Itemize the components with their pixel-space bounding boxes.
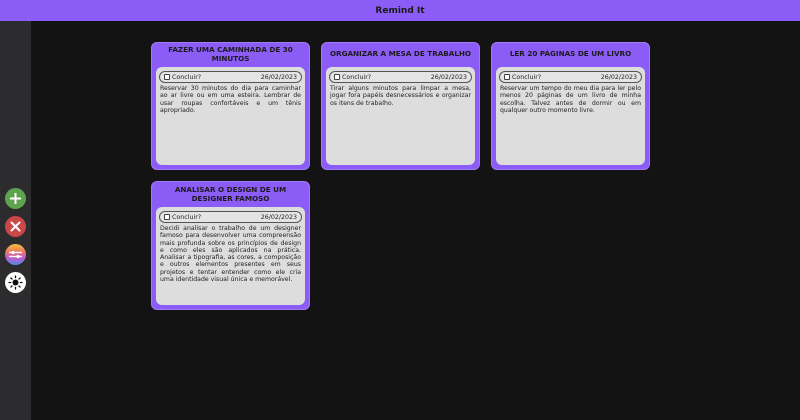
plus-icon bbox=[10, 193, 21, 204]
complete-label: Concluir? bbox=[512, 73, 542, 81]
sidebar bbox=[0, 21, 31, 420]
complete-checkbox[interactable] bbox=[164, 74, 170, 80]
app-header: Remind It bbox=[0, 0, 800, 21]
card-status-bar: Concluir? 26/02/2023 bbox=[499, 71, 642, 83]
complete-checkbox[interactable] bbox=[164, 214, 170, 220]
card-description: Tirar alguns minutos para limpar a mesa,… bbox=[330, 85, 471, 107]
close-icon bbox=[10, 221, 21, 232]
card-description: Reservar 30 minutos do dia para caminhar… bbox=[160, 85, 301, 114]
card-title: ANALISAR O DESIGN DE UM DESIGNER FAMOSO bbox=[174, 184, 287, 203]
card-body: Concluir? 26/02/2023 Reservar um tempo d… bbox=[496, 67, 645, 165]
complete-toggle[interactable]: Concluir? bbox=[164, 214, 201, 221]
complete-toggle[interactable]: Concluir? bbox=[164, 74, 201, 81]
card-body: Concluir? 26/02/2023 Tirar alguns minuto… bbox=[326, 67, 475, 165]
card-title: ORGANIZAR A MESA DE TRABALHO bbox=[329, 49, 472, 58]
complete-label: Concluir? bbox=[172, 73, 202, 81]
add-reminder-button[interactable] bbox=[5, 188, 26, 209]
card-date: 26/02/2023 bbox=[260, 73, 297, 81]
card-status-bar: Concluir? 26/02/2023 bbox=[329, 71, 472, 83]
complete-toggle[interactable]: Concluir? bbox=[334, 74, 371, 81]
complete-checkbox[interactable] bbox=[504, 74, 510, 80]
card-body: Concluir? 26/02/2023 Reservar 30 minutos… bbox=[156, 67, 305, 165]
reminder-card[interactable]: LER 20 PÁGINAS DE UM LIVRO Concluir? 26/… bbox=[491, 42, 650, 170]
card-date: 26/02/2023 bbox=[430, 73, 467, 81]
card-date: 26/02/2023 bbox=[260, 213, 297, 221]
theme-toggle-button[interactable] bbox=[5, 272, 26, 293]
card-status-bar: Concluir? 26/02/2023 bbox=[159, 211, 302, 223]
card-description: Reservar um tempo do meu dia para ler pe… bbox=[500, 85, 641, 114]
card-title: FAZER UMA CAMINHADA DE 30 MINUTOS bbox=[168, 44, 293, 63]
reminder-card[interactable]: ANALISAR O DESIGN DE UM DESIGNER FAMOSO … bbox=[151, 181, 310, 310]
app-title: Remind It bbox=[375, 5, 425, 16]
complete-toggle[interactable]: Concluir? bbox=[504, 74, 541, 81]
filter-icon bbox=[9, 250, 22, 259]
filter-button[interactable] bbox=[5, 244, 26, 265]
card-body: Concluir? 26/02/2023 Decidi analisar o t… bbox=[156, 207, 305, 305]
complete-checkbox[interactable] bbox=[334, 74, 340, 80]
reminder-card[interactable]: FAZER UMA CAMINHADA DE 30 MINUTOS Conclu… bbox=[151, 42, 310, 170]
complete-label: Concluir? bbox=[342, 73, 372, 81]
card-status-bar: Concluir? 26/02/2023 bbox=[159, 71, 302, 83]
complete-label: Concluir? bbox=[172, 213, 202, 221]
card-description: Decidi analisar o trabalho de um designe… bbox=[160, 225, 301, 284]
sun-icon bbox=[8, 275, 23, 290]
card-date: 26/02/2023 bbox=[600, 73, 637, 81]
card-title: LER 20 PÁGINAS DE UM LIVRO bbox=[509, 49, 632, 58]
delete-reminder-button[interactable] bbox=[5, 216, 26, 237]
reminder-card[interactable]: ORGANIZAR A MESA DE TRABALHO Concluir? 2… bbox=[321, 42, 480, 170]
